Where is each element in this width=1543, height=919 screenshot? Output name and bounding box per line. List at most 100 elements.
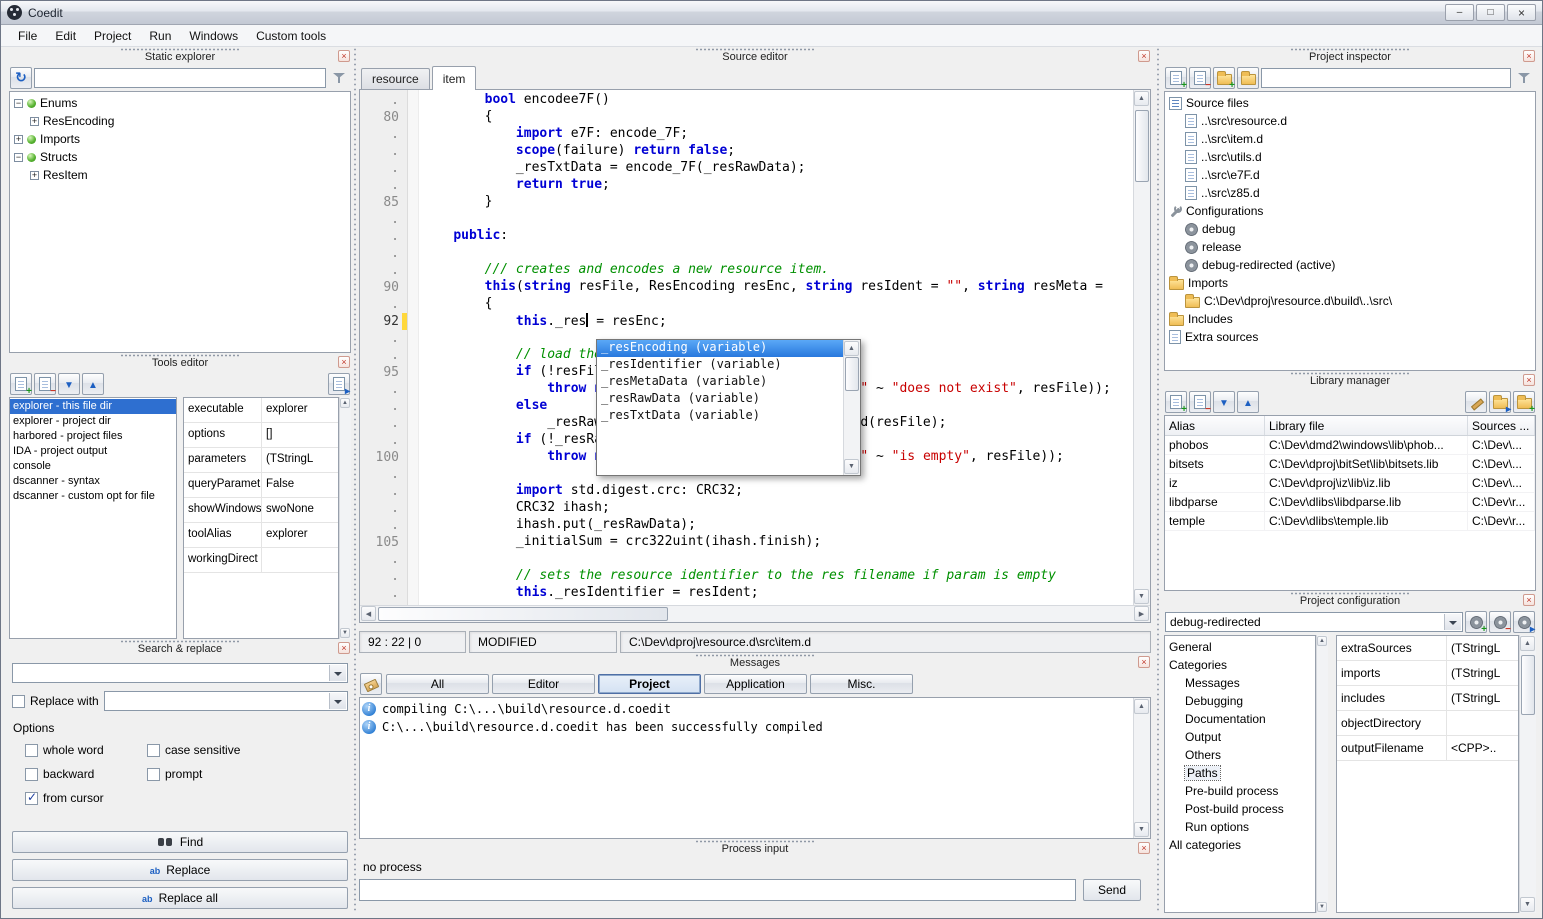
editor-vertical-scrollbar[interactable]	[1133, 90, 1150, 605]
search-replace-header[interactable]: Search & replace	[9, 639, 351, 657]
checkbox[interactable]	[25, 744, 38, 757]
close-panel-icon[interactable]	[338, 50, 350, 62]
tool-item-harbored-project-files[interactable]: harbored - project files	[10, 429, 176, 444]
scroll-down-icon[interactable]	[844, 459, 859, 474]
tree-item-paths[interactable]: Paths	[1165, 764, 1315, 782]
clone-tool-button[interactable]: ▸	[328, 373, 350, 395]
property-value[interactable]	[1447, 711, 1518, 735]
scroll-down-icon[interactable]	[340, 628, 350, 638]
inspector-filter-button[interactable]	[1513, 67, 1535, 89]
message-item[interactable]: C:\...\build\resource.d.coedit has been …	[362, 718, 1131, 736]
checkbox[interactable]	[147, 744, 160, 757]
remove-library-button[interactable]: −	[1189, 391, 1211, 413]
property-row-options[interactable]: options[]	[184, 423, 338, 448]
tree-item-run-options[interactable]: Run options	[1165, 818, 1315, 836]
configuration-combo[interactable]: debug-redirected	[1165, 612, 1463, 632]
add-tool-button[interactable]: +	[10, 373, 32, 395]
symbol-filter-button[interactable]	[328, 67, 350, 89]
move-tool-up-button[interactable]	[82, 373, 104, 395]
library-from-project-button[interactable]: +	[1513, 391, 1535, 413]
messages-filter-project[interactable]: Project	[598, 674, 701, 694]
tree-item-includes[interactable]: Includes	[1165, 310, 1535, 328]
tool-item-console[interactable]: console	[10, 459, 176, 474]
option-backward[interactable]: backward	[25, 767, 143, 781]
symbol-search-input[interactable]	[34, 68, 326, 88]
property-row-outputfilename[interactable]: outputFilename<CPP>..	[1337, 736, 1518, 761]
add-configuration-button[interactable]: +	[1465, 611, 1487, 633]
close-panel-icon[interactable]	[1523, 50, 1535, 62]
property-value[interactable]: (TStringL	[1447, 636, 1518, 660]
property-row-workingdirect[interactable]: workingDirect	[184, 548, 338, 573]
process-input-header[interactable]: Process input	[359, 839, 1151, 857]
tree-item-debug-redirected-active[interactable]: debug-redirected (active)	[1165, 256, 1535, 274]
expander-icon[interactable]: +	[30, 117, 39, 126]
property-value[interactable]: (TStringL	[1447, 661, 1518, 685]
tool-item-explorer-this-file-dir[interactable]: explorer - this file dir	[10, 399, 176, 414]
property-row-showwindows[interactable]: showWindowsswoNone	[184, 498, 338, 523]
tree-item-debug[interactable]: debug	[1165, 220, 1535, 238]
scroll-up-icon[interactable]	[1134, 699, 1149, 714]
find-button[interactable]: Find	[12, 831, 348, 853]
scroll-up-icon[interactable]	[844, 341, 859, 356]
property-row-extrasources[interactable]: extraSources(TStringL	[1337, 636, 1518, 661]
checkbox[interactable]	[25, 768, 38, 781]
tree-item-others[interactable]: Others	[1165, 746, 1315, 764]
editor-horizontal-scrollbar[interactable]	[360, 605, 1150, 622]
tools-grid-scrollbar[interactable]	[339, 397, 351, 639]
messages-filter-misc[interactable]: Misc.	[810, 674, 913, 694]
menu-windows[interactable]: Windows	[180, 26, 247, 46]
completion-item-resrawdata-variable[interactable]: _resRawData (variable)	[597, 391, 843, 408]
property-value[interactable]: False	[262, 473, 338, 497]
completion-item-restxtdata-variable[interactable]: _resTxtData (variable)	[597, 408, 843, 425]
scroll-down-icon[interactable]	[1134, 589, 1149, 604]
property-value[interactable]: (TStringL	[1447, 686, 1518, 710]
tree-item-debugging[interactable]: Debugging	[1165, 692, 1315, 710]
tree-item-output[interactable]: Output	[1165, 728, 1315, 746]
move-library-up-button[interactable]	[1237, 391, 1259, 413]
scroll-down-icon[interactable]	[1317, 902, 1327, 912]
scrollbar-thumb[interactable]	[1135, 110, 1149, 182]
property-row-executable[interactable]: executableexplorer	[184, 398, 338, 423]
splitter-left[interactable]	[352, 47, 358, 913]
completion-scrollbar[interactable]	[843, 340, 860, 475]
library-row-temple[interactable]: templeC:\Dev\dlibs\temple.libC:\Dev\r...	[1165, 512, 1535, 531]
message-category-button[interactable]	[360, 673, 382, 695]
process-input-field[interactable]	[359, 879, 1076, 901]
tree-item-resencoding[interactable]: +ResEncoding	[10, 112, 350, 130]
tree-item-src-utils-d[interactable]: ..\src\utils.d	[1165, 148, 1535, 166]
project-inspector-header[interactable]: Project inspector	[1164, 47, 1536, 65]
tree-item-pre-build-process[interactable]: Pre-build process	[1165, 782, 1315, 800]
property-row-includes[interactable]: includes(TStringL	[1337, 686, 1518, 711]
option-case-sensitive[interactable]: case sensitive	[147, 743, 335, 757]
menu-file[interactable]: File	[9, 26, 46, 46]
add-library-button[interactable]: +	[1165, 391, 1187, 413]
scrollbar-thumb[interactable]	[378, 607, 668, 621]
expander-icon[interactable]: −	[14, 99, 23, 108]
replace-term-combo[interactable]	[104, 691, 348, 711]
expander-icon[interactable]: +	[30, 171, 39, 180]
tree-item-documentation[interactable]: Documentation	[1165, 710, 1315, 728]
titlebar[interactable]: Coedit	[1, 1, 1542, 25]
property-value[interactable]: swoNone	[262, 498, 338, 522]
property-row-imports[interactable]: imports(TStringL	[1337, 661, 1518, 686]
scrollbar-thumb[interactable]	[1521, 655, 1535, 715]
column-header-sources[interactable]: Sources ...	[1468, 416, 1535, 435]
tools-editor-header[interactable]: Tools editor	[9, 353, 351, 371]
scroll-up-icon[interactable]	[1317, 636, 1327, 646]
tree-item-enums[interactable]: −Enums	[10, 94, 350, 112]
property-value[interactable]: (TStringL	[262, 448, 338, 472]
close-panel-icon[interactable]	[1138, 842, 1150, 854]
menu-run[interactable]: Run	[140, 26, 180, 46]
close-panel-icon[interactable]	[1523, 594, 1535, 606]
column-header-alias[interactable]: Alias	[1165, 416, 1265, 435]
property-value[interactable]: explorer	[262, 398, 338, 422]
add-folder-button[interactable]: +	[1213, 67, 1235, 89]
messages-header[interactable]: Messages	[359, 653, 1151, 671]
source-editor-header[interactable]: Source editor	[359, 47, 1151, 65]
tab-item[interactable]: item	[432, 66, 477, 90]
property-row-toolalias[interactable]: toolAliasexplorer	[184, 523, 338, 548]
categories-scrollbar[interactable]	[1316, 635, 1328, 913]
scroll-up-icon[interactable]	[1134, 91, 1149, 106]
tree-item-src-item-d[interactable]: ..\src\item.d	[1165, 130, 1535, 148]
completion-item-resmetadata-variable[interactable]: _resMetaData (variable)	[597, 374, 843, 391]
